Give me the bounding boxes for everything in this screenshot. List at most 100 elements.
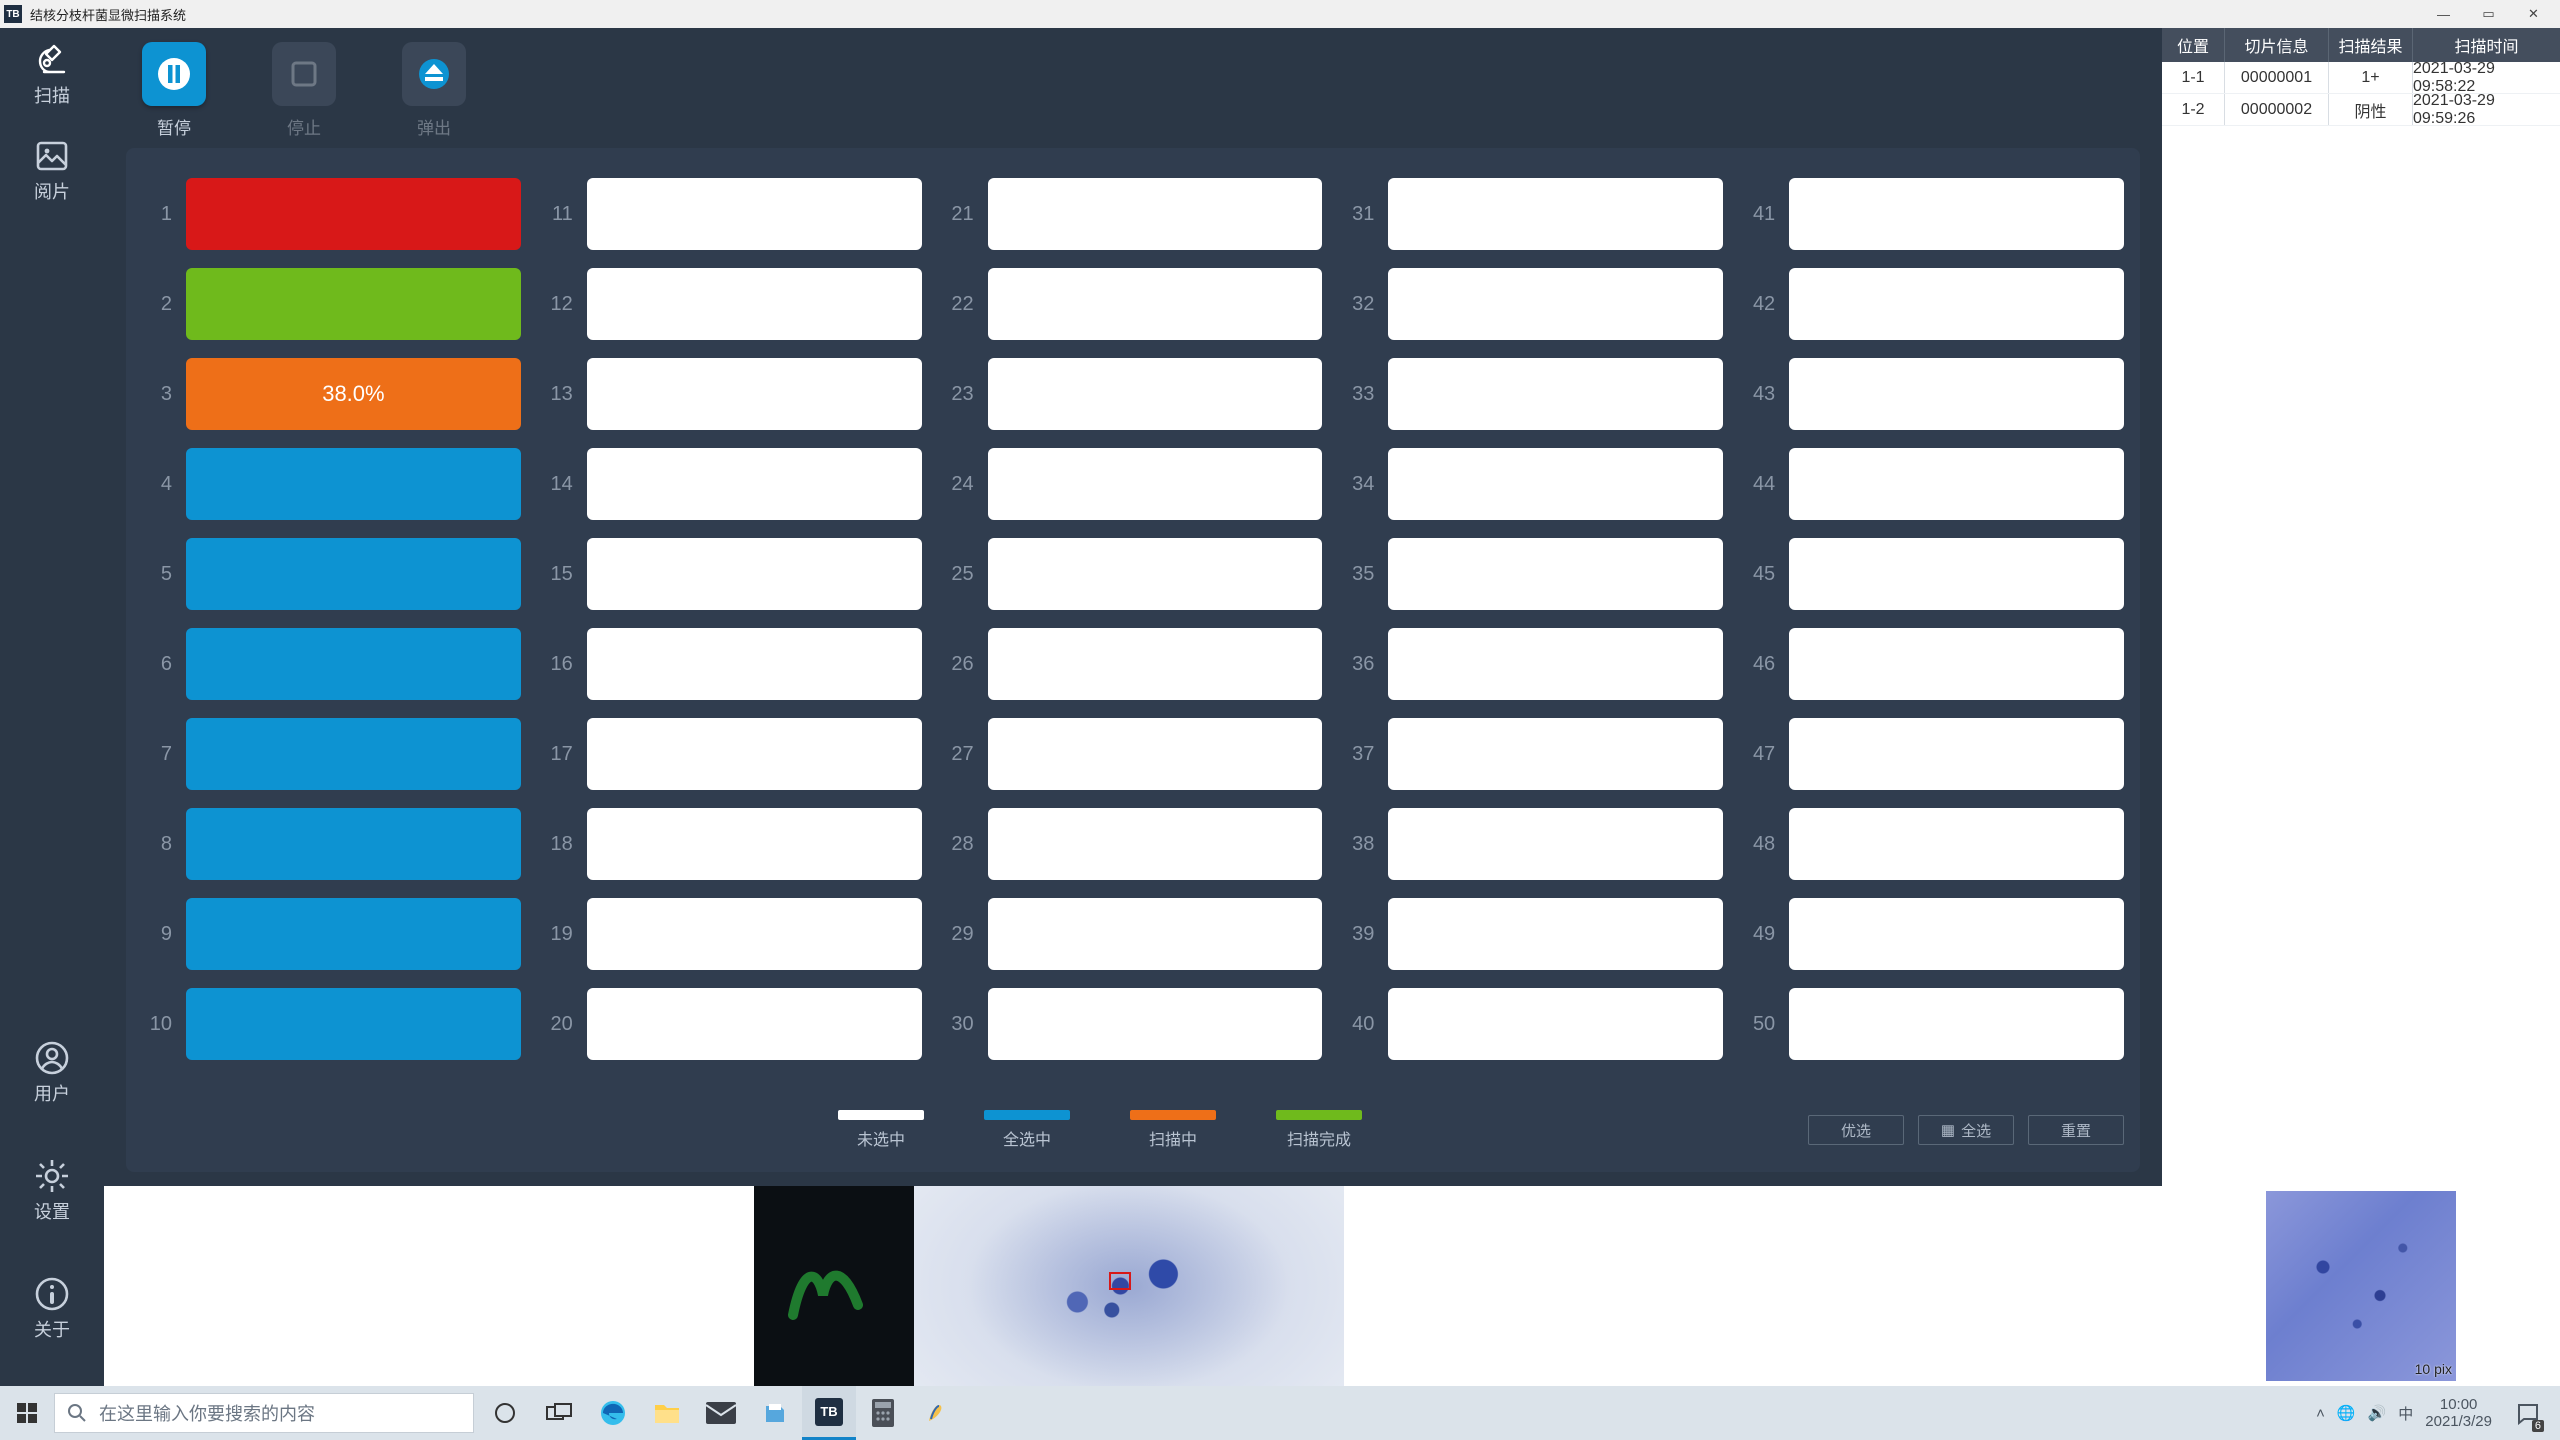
- slot-17[interactable]: 17: [543, 718, 922, 790]
- result-row[interactable]: 1-1000000011+2021-03-29 09:58:22: [2162, 62, 2560, 94]
- slot-42[interactable]: 42: [1745, 268, 2124, 340]
- slot-tile[interactable]: [1789, 898, 2124, 970]
- slot-tile[interactable]: [1789, 178, 2124, 250]
- slot-tile[interactable]: [587, 178, 922, 250]
- slot-2[interactable]: 2: [142, 268, 521, 340]
- slot-tile[interactable]: [186, 718, 521, 790]
- pause-button[interactable]: 暂停: [134, 42, 214, 139]
- slot-tile[interactable]: [1789, 718, 2124, 790]
- task-edge[interactable]: [586, 1386, 640, 1440]
- slot-43[interactable]: 43: [1745, 358, 2124, 430]
- slot-7[interactable]: 7: [142, 718, 521, 790]
- slot-tile[interactable]: [988, 628, 1323, 700]
- slot-30[interactable]: 30: [944, 988, 1323, 1060]
- slot-12[interactable]: 12: [543, 268, 922, 340]
- slot-9[interactable]: 9: [142, 898, 521, 970]
- select-all-button[interactable]: ▦全选: [1918, 1115, 2014, 1145]
- slot-tile[interactable]: [587, 808, 922, 880]
- slot-tile[interactable]: [1388, 268, 1723, 340]
- tray-clock[interactable]: 10:00 2021/3/29: [2425, 1396, 2492, 1431]
- slot-33[interactable]: 33: [1344, 358, 1723, 430]
- slot-tile[interactable]: [186, 628, 521, 700]
- slot-21[interactable]: 21: [944, 178, 1323, 250]
- slot-1[interactable]: 1: [142, 178, 521, 250]
- slot-tile[interactable]: [1388, 358, 1723, 430]
- task-view[interactable]: [532, 1386, 586, 1440]
- slot-16[interactable]: 16: [543, 628, 922, 700]
- slot-46[interactable]: 46: [1745, 628, 2124, 700]
- slot-tile[interactable]: [587, 898, 922, 970]
- slot-tile[interactable]: [988, 268, 1323, 340]
- slot-4[interactable]: 4: [142, 448, 521, 520]
- task-cortana[interactable]: [478, 1386, 532, 1440]
- slot-tile[interactable]: [186, 538, 521, 610]
- window-minimize-button[interactable]: ―: [2421, 0, 2466, 28]
- rail-view[interactable]: 阅片: [18, 134, 86, 204]
- taskbar-search[interactable]: 在这里输入你要搜索的内容: [54, 1393, 474, 1433]
- slot-35[interactable]: 35: [1344, 538, 1723, 610]
- slot-tile[interactable]: [988, 448, 1323, 520]
- slot-tile[interactable]: [587, 448, 922, 520]
- start-button[interactable]: [0, 1386, 54, 1440]
- slot-tile[interactable]: [988, 898, 1323, 970]
- slot-49[interactable]: 49: [1745, 898, 2124, 970]
- slot-tile[interactable]: [988, 988, 1323, 1060]
- slot-38[interactable]: 38: [1344, 808, 1723, 880]
- tray-network-icon[interactable]: 🌐: [2337, 1404, 2356, 1422]
- slot-tile[interactable]: [1789, 448, 2124, 520]
- preferred-button[interactable]: 优选: [1808, 1115, 1904, 1145]
- slot-22[interactable]: 22: [944, 268, 1323, 340]
- slot-8[interactable]: 8: [142, 808, 521, 880]
- slot-14[interactable]: 14: [543, 448, 922, 520]
- window-maximize-button[interactable]: ▭: [2466, 0, 2511, 28]
- slot-tile[interactable]: [988, 538, 1323, 610]
- tray-notifications[interactable]: 6: [2504, 1386, 2552, 1440]
- slot-tile[interactable]: [1388, 898, 1723, 970]
- slot-37[interactable]: 37: [1344, 718, 1723, 790]
- slot-tile[interactable]: [1789, 358, 2124, 430]
- slot-13[interactable]: 13: [543, 358, 922, 430]
- slot-27[interactable]: 27: [944, 718, 1323, 790]
- task-explorer[interactable]: [640, 1386, 694, 1440]
- slot-tile[interactable]: [1388, 538, 1723, 610]
- slot-tile[interactable]: [587, 988, 922, 1060]
- slot-19[interactable]: 19: [543, 898, 922, 970]
- slot-tile[interactable]: [1388, 718, 1723, 790]
- task-app1[interactable]: [748, 1386, 802, 1440]
- slot-tile[interactable]: 38.0%: [186, 358, 521, 430]
- slot-tile[interactable]: [1789, 628, 2124, 700]
- slot-10[interactable]: 10: [142, 988, 521, 1060]
- slot-28[interactable]: 28: [944, 808, 1323, 880]
- slot-tile[interactable]: [587, 268, 922, 340]
- slot-26[interactable]: 26: [944, 628, 1323, 700]
- slot-tile[interactable]: [1388, 178, 1723, 250]
- slot-44[interactable]: 44: [1745, 448, 2124, 520]
- slot-41[interactable]: 41: [1745, 178, 2124, 250]
- slot-tile[interactable]: [1789, 808, 2124, 880]
- tray-ime[interactable]: 中: [2398, 1403, 2413, 1424]
- slot-tile[interactable]: [1789, 268, 2124, 340]
- rail-scan[interactable]: 扫描: [18, 38, 86, 108]
- slot-tile[interactable]: [186, 178, 521, 250]
- slot-39[interactable]: 39: [1344, 898, 1723, 970]
- slot-5[interactable]: 5: [142, 538, 521, 610]
- slot-tile[interactable]: [988, 358, 1323, 430]
- slot-tile[interactable]: [186, 808, 521, 880]
- task-tb-app[interactable]: TB: [802, 1386, 856, 1440]
- slot-24[interactable]: 24: [944, 448, 1323, 520]
- slot-tile[interactable]: [1388, 628, 1723, 700]
- slot-45[interactable]: 45: [1745, 538, 2124, 610]
- slot-25[interactable]: 25: [944, 538, 1323, 610]
- slot-32[interactable]: 32: [1344, 268, 1723, 340]
- slot-11[interactable]: 11: [543, 178, 922, 250]
- slot-23[interactable]: 23: [944, 358, 1323, 430]
- slot-3[interactable]: 338.0%: [142, 358, 521, 430]
- task-calculator[interactable]: [856, 1386, 910, 1440]
- slot-34[interactable]: 34: [1344, 448, 1723, 520]
- slot-48[interactable]: 48: [1745, 808, 2124, 880]
- task-app2[interactable]: [910, 1386, 964, 1440]
- reset-button[interactable]: 重置: [2028, 1115, 2124, 1145]
- eject-button[interactable]: 弹出: [394, 42, 474, 139]
- task-mail[interactable]: [694, 1386, 748, 1440]
- slot-tile[interactable]: [1388, 808, 1723, 880]
